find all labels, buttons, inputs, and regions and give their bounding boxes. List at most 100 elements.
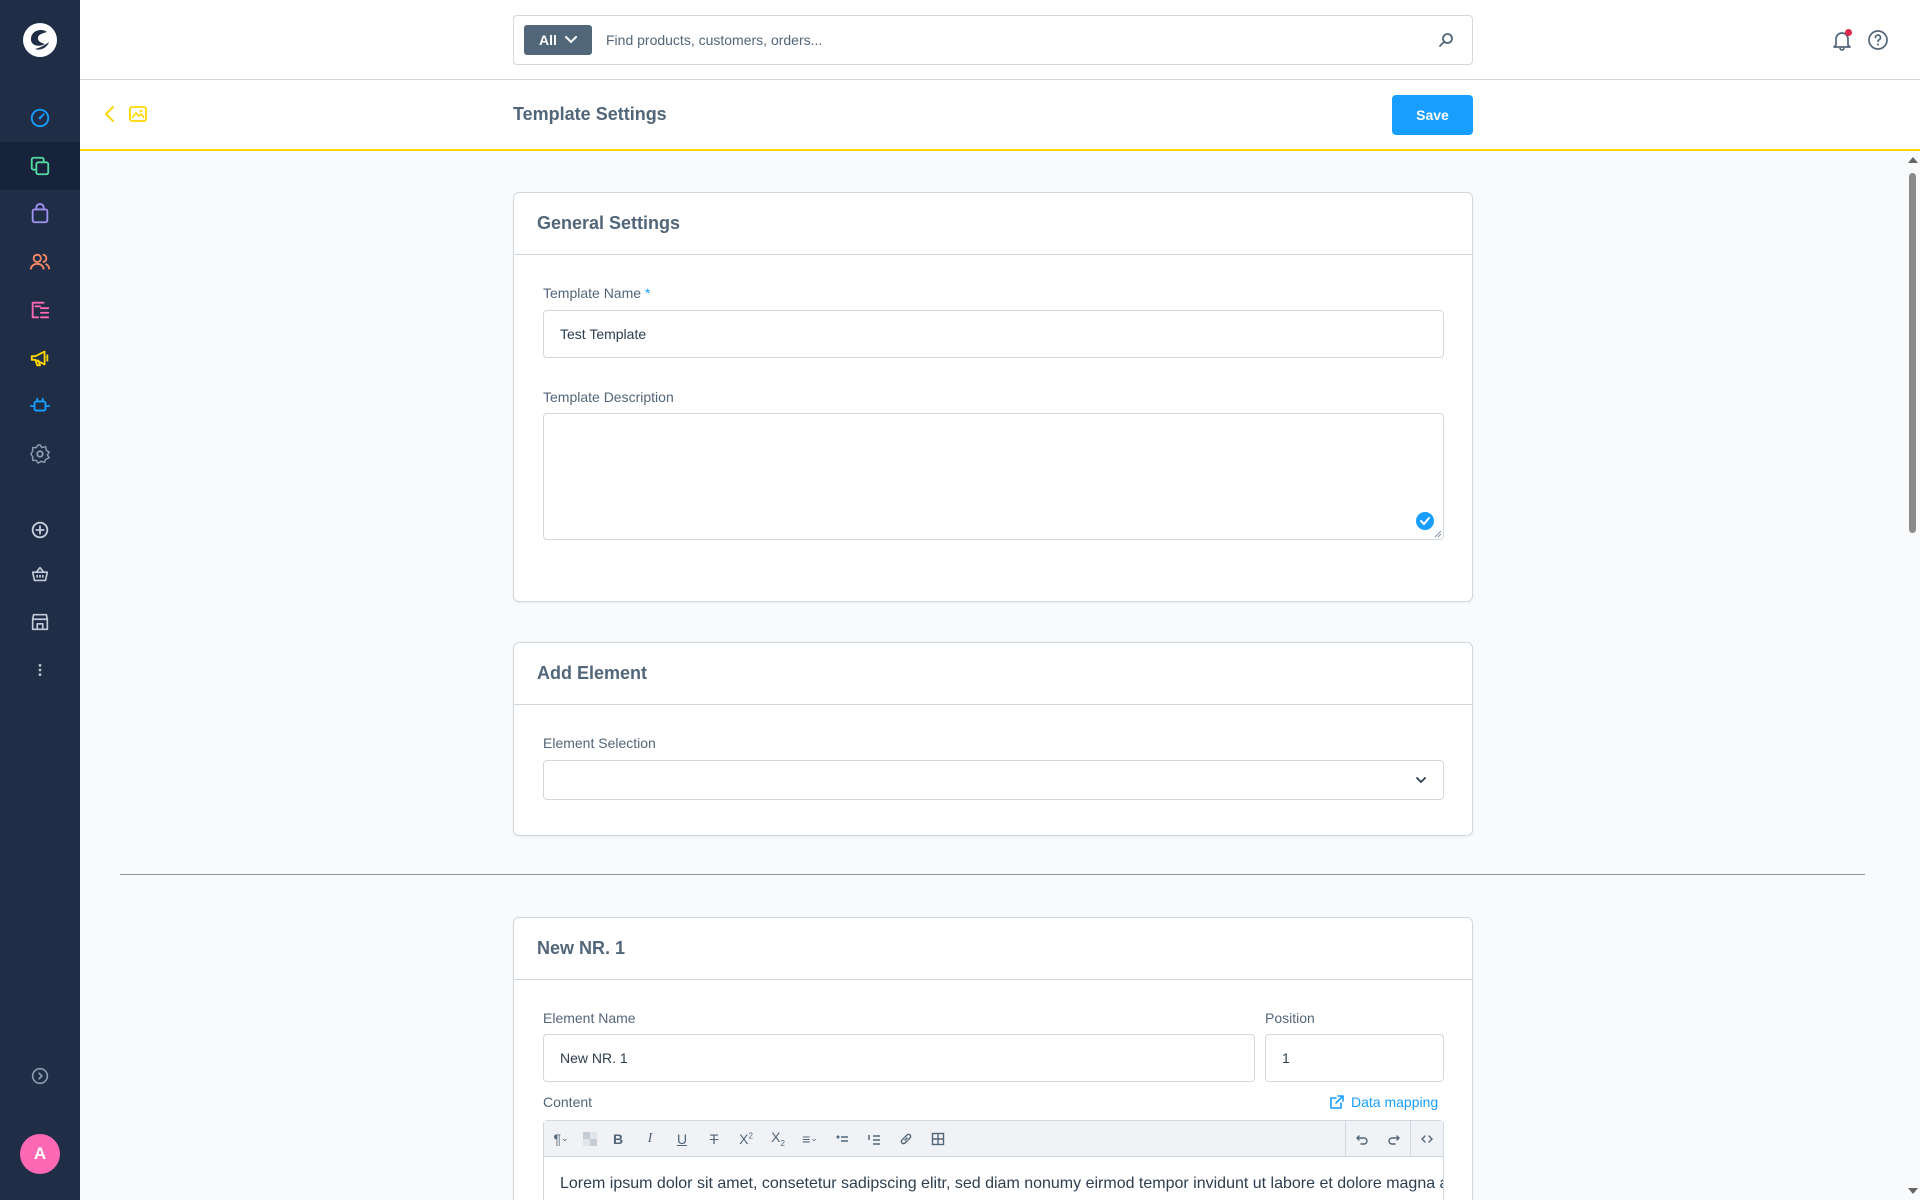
superscript-button[interactable]: X2: [730, 1123, 762, 1155]
help-icon: [1868, 30, 1888, 50]
section-divider: [120, 874, 1865, 875]
external-link-icon: [1330, 1095, 1344, 1109]
numbered-list-button[interactable]: [858, 1123, 890, 1155]
page-title: Template Settings: [513, 104, 667, 124]
element-name-field[interactable]: New NR. 1: [543, 1034, 1255, 1082]
back-button[interactable]: [100, 104, 120, 124]
code-view-button[interactable]: [1411, 1123, 1443, 1155]
subscript-icon: X2: [771, 1129, 785, 1148]
data-mapping-label: Data mapping: [1351, 1094, 1439, 1110]
table-button[interactable]: [922, 1123, 954, 1155]
search-input[interactable]: [606, 32, 1426, 48]
chevron-down-icon: [1416, 777, 1426, 784]
code-icon: [1421, 1134, 1433, 1143]
sidebar-item-extensions[interactable]: [0, 382, 80, 430]
orders-icon: [31, 203, 49, 224]
position-field[interactable]: 1: [1265, 1034, 1444, 1082]
italic-icon: I: [647, 1130, 653, 1146]
module-button[interactable]: [128, 104, 148, 124]
text-color-button[interactable]: [578, 1123, 602, 1155]
element-selection-label: Element Selection: [543, 735, 656, 751]
redo-icon: [1388, 1134, 1400, 1145]
resize-handle-icon[interactable]: [1434, 530, 1442, 538]
scroll-down-icon[interactable]: [1908, 1188, 1918, 1194]
page-scrollbar[interactable]: [1905, 151, 1920, 1200]
redo-button[interactable]: [1378, 1123, 1410, 1155]
add-element-card: Add Element Element Selection: [513, 642, 1473, 836]
marketing-icon: [30, 350, 49, 367]
settings-icon: [30, 444, 50, 464]
save-button[interactable]: Save: [1392, 95, 1473, 135]
template-description-label: Template Description: [543, 389, 674, 405]
strikethrough-icon: T: [709, 1130, 719, 1147]
general-settings-card: General Settings Template Name * Test Te…: [513, 192, 1473, 602]
required-marker: *: [644, 285, 651, 301]
basket-icon: [31, 566, 49, 582]
catalogues-icon: [30, 156, 50, 176]
underline-button[interactable]: U: [666, 1123, 698, 1155]
sidebar-item-orders[interactable]: [0, 190, 80, 238]
element-name-label: Element Name: [543, 1010, 636, 1026]
user-avatar[interactable]: A: [20, 1134, 60, 1174]
scroll-up-icon[interactable]: [1908, 157, 1918, 163]
template-name-field[interactable]: Test Template: [543, 310, 1444, 358]
sidebar-item-catalogues[interactable]: [0, 142, 80, 190]
smart-bar: Template Settings Save: [80, 80, 1920, 151]
sidebar-item-customers[interactable]: [0, 238, 80, 286]
link-icon: [900, 1133, 912, 1144]
editor-content-area[interactable]: Lorem ipsum dolor sit amet, consetetur s…: [544, 1157, 1443, 1200]
bullet-list-button[interactable]: [826, 1123, 858, 1155]
search-button[interactable]: [1426, 20, 1466, 60]
sidebar-item-sales-channel[interactable]: [0, 550, 80, 598]
chevron-left-icon: [104, 106, 114, 122]
customers-icon: [29, 253, 51, 270]
scrollbar-thumb[interactable]: [1909, 173, 1916, 533]
paragraph-format-button[interactable]: ¶ ⌄: [544, 1123, 578, 1155]
undo-button[interactable]: [1346, 1123, 1378, 1155]
superscript-icon: X2: [739, 1130, 753, 1147]
search-type-label: All: [539, 32, 557, 48]
sidebar-item-storefront[interactable]: [0, 598, 80, 646]
data-mapping-link[interactable]: Data mapping: [1329, 1094, 1438, 1110]
italic-button[interactable]: I: [634, 1123, 666, 1155]
add-circle-icon: [31, 521, 49, 539]
content-label: Content: [543, 1094, 593, 1110]
notifications-button[interactable]: [1830, 28, 1854, 52]
paragraph-icon: ¶: [553, 1130, 561, 1147]
chevron-down-icon: ⌄: [560, 1133, 569, 1143]
sidebar-expand-button[interactable]: [0, 1052, 80, 1100]
sidebar-item-content[interactable]: [0, 286, 80, 334]
global-search: All: [513, 15, 1473, 65]
notification-badge: [1845, 29, 1852, 36]
content-icon: [31, 301, 50, 319]
link-button[interactable]: [890, 1123, 922, 1155]
strikethrough-button[interactable]: T: [698, 1123, 730, 1155]
sidebar-item-dashboard[interactable]: [0, 94, 80, 142]
bold-button[interactable]: B: [602, 1123, 634, 1155]
underline-icon: U: [676, 1130, 688, 1147]
bold-icon: B: [612, 1130, 624, 1147]
search-icon: [1439, 33, 1453, 47]
add-element-heading: Add Element: [514, 643, 1472, 705]
element-card: New NR. 1 Element Name New NR. 1 Positio…: [513, 917, 1473, 1200]
element-selection-select[interactable]: [543, 760, 1444, 800]
sidebar-item-more[interactable]: [0, 646, 80, 694]
general-settings-heading: General Settings: [514, 193, 1472, 255]
top-bar: All: [80, 0, 1920, 80]
undo-icon: [1356, 1134, 1368, 1145]
check-circle-icon: [1416, 512, 1434, 530]
search-type-selector[interactable]: All: [524, 25, 592, 55]
help-button[interactable]: [1866, 28, 1890, 52]
sidebar-item-marketing[interactable]: [0, 334, 80, 382]
expand-menu-icon: [31, 1067, 49, 1085]
align-button[interactable]: ≡ ⌄: [794, 1123, 826, 1155]
sidebar-item-settings[interactable]: [0, 430, 80, 478]
chevron-down-icon: ⌄: [810, 1133, 818, 1143]
sidebar-item-add[interactable]: [0, 506, 80, 554]
shopware-logo[interactable]: [20, 20, 60, 60]
more-icon: [38, 664, 42, 676]
template-description-field[interactable]: [543, 413, 1444, 540]
table-icon: [931, 1132, 945, 1145]
subscript-button[interactable]: X2: [762, 1123, 794, 1155]
bullet-list-icon: [836, 1135, 848, 1142]
